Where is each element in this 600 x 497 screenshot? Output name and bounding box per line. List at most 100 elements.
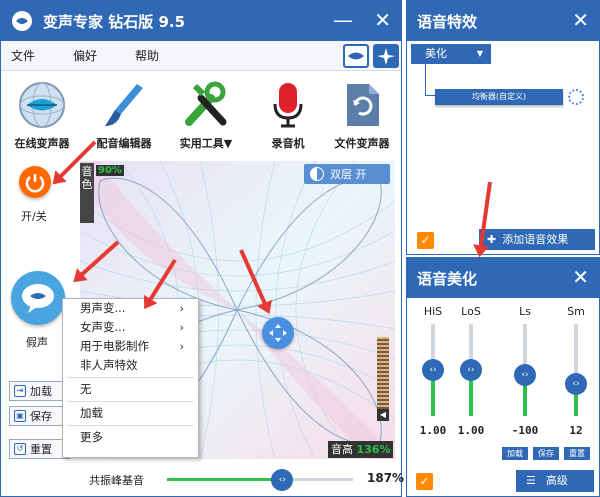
menu-item-female[interactable]: 女声变... › <box>63 318 198 337</box>
pitch-value: 136% <box>356 443 391 456</box>
plus-icon: ✚ <box>487 233 497 246</box>
tool-label: 实用工具▼ <box>179 137 233 150</box>
effects-enable-checkbox[interactable]: ✓ <box>417 232 434 249</box>
sparkle-icon[interactable] <box>373 44 399 68</box>
power-icon <box>25 174 45 193</box>
timbre-value: 90% <box>96 165 124 176</box>
effects-title: 语音特效 <box>417 12 478 31</box>
menu-bar: 文件 偏好 帮助 <box>1 41 401 71</box>
slider-track[interactable]: ‹› <box>565 324 587 416</box>
utilities-tool[interactable]: 实用工具▼ <box>165 79 247 151</box>
slider-knob[interactable]: ‹› <box>514 363 536 386</box>
menu-file[interactable]: 文件 <box>11 47 35 64</box>
close-beautify-button[interactable]: ✕ <box>572 266 589 288</box>
resonance-label: 共振峰基音 <box>89 474 144 487</box>
recorder-tool[interactable]: 录音机 <box>247 79 329 151</box>
slider-knob[interactable]: ‹› <box>565 372 587 395</box>
falsetto-button[interactable] <box>11 271 65 325</box>
app-title: 变声专家 钻石版 9.5 <box>43 12 186 31</box>
move-arrows-icon <box>269 324 287 342</box>
power-label: 开/关 <box>21 210 47 223</box>
effect-node[interactable]: 均衡器(自定义) <box>435 89 563 105</box>
menu-preferences[interactable]: 偏好 <box>73 47 97 64</box>
beautify-enable-checkbox[interactable]: ✓ <box>416 473 433 490</box>
resonance-slider-knob[interactable]: ‹› <box>271 469 294 491</box>
effects-titlebar: 语音特效 ✕ <box>407 1 599 41</box>
pitch-readout: 音高 136% <box>328 441 394 458</box>
beautify-title: 语音美化 <box>417 269 478 288</box>
slider-value: 1.00 <box>419 424 447 437</box>
beautify-slider-sm: Sm ‹› 12 <box>556 305 596 437</box>
menu-divider <box>67 425 194 426</box>
effect-settings-gear-icon[interactable] <box>568 89 584 105</box>
beautify-load-button[interactable]: 加载 <box>502 447 528 460</box>
slider-name: LoS <box>461 305 481 318</box>
slider-knob[interactable]: ‹› <box>460 359 482 381</box>
add-effect-button[interactable]: ✚ 添加语音效果 <box>479 229 595 250</box>
advanced-button[interactable]: ☰ 高级 <box>516 470 594 492</box>
slider-track[interactable]: ‹› <box>460 324 482 416</box>
menu-item-load[interactable]: 加载 <box>63 404 198 423</box>
chevron-right-icon: › <box>179 302 184 315</box>
menu-item-film[interactable]: 用于电影制作 › <box>63 337 198 356</box>
menu-divider <box>67 377 194 378</box>
dropdown-arrow-icon: ▼ <box>476 49 483 58</box>
tools-icon <box>165 79 247 131</box>
volume-icon[interactable]: ◀ <box>377 409 389 421</box>
slider-track[interactable]: ‹› <box>422 324 444 416</box>
timbre-label: 音色 <box>80 163 94 223</box>
beautify-slider-los: LoS ‹› 1.00 <box>451 305 491 437</box>
file-refresh-icon <box>321 79 403 131</box>
close-main-button[interactable]: ✕ <box>374 9 391 31</box>
main-titlebar: 变声专家 钻石版 9.5 — ✕ <box>1 1 401 41</box>
slider-value: -100 <box>511 424 539 437</box>
pad-cursor-handle[interactable] <box>262 317 294 349</box>
menu-help[interactable]: 帮助 <box>135 47 159 64</box>
dub-editor-tool[interactable]: 配音编辑器 <box>83 79 165 151</box>
beautify-slider-ls: Ls ‹› -100 <box>505 305 545 437</box>
menu-item-male[interactable]: 男声变... › <box>63 299 198 318</box>
slider-value: 1.00 <box>457 424 485 437</box>
resonance-slider-track[interactable]: ‹› <box>167 469 353 491</box>
chevron-right-icon: › <box>179 321 184 334</box>
main-window: 变声专家 钻石版 9.5 — ✕ 文件 偏好 帮助 在线变声器 配音编辑器 实用… <box>0 0 405 497</box>
file-voice-changer-tool[interactable]: 文件变声器 <box>321 79 403 151</box>
menu-item-more[interactable]: 更多 <box>63 428 198 447</box>
pitch-meter <box>377 337 389 409</box>
beautify-reset-button[interactable]: 重置 <box>564 447 590 460</box>
menu-item-none[interactable]: 无 <box>63 380 198 399</box>
tool-label: 在线变声器 <box>14 137 70 150</box>
slider-name: HiS <box>423 305 443 318</box>
beautify-slider-his: HiS ‹› 1.00 <box>413 305 453 437</box>
effect-chain-line <box>425 64 435 96</box>
menu-divider <box>67 401 194 402</box>
half-circle-icon <box>310 167 324 181</box>
microphone-icon <box>247 79 329 131</box>
skin-lips-icon[interactable] <box>343 44 369 68</box>
beautify-titlebar: 语音美化 ✕ <box>407 258 599 298</box>
paintbrush-icon <box>83 79 165 131</box>
slider-value: 12 <box>569 424 583 437</box>
chevron-right-icon: › <box>179 340 184 353</box>
context-menu: 男声变... › 女声变... › 用于电影制作 › 非人声特效 无 加载 更多 <box>62 298 199 458</box>
slider-name: Sm <box>567 305 585 318</box>
slider-track[interactable]: ‹› <box>514 324 536 416</box>
dual-layer-toggle[interactable]: 双层 开 <box>304 164 390 184</box>
minimize-button[interactable]: — <box>333 9 353 31</box>
close-effects-button[interactable]: ✕ <box>572 9 589 31</box>
speech-bubble-lips-icon <box>22 284 54 313</box>
beautify-save-button[interactable]: 保存 <box>533 447 559 460</box>
tool-label: 录音机 <box>271 137 305 150</box>
sliders-icon: ☰ <box>526 474 536 487</box>
menu-item-nonhuman[interactable]: 非人声特效 <box>63 356 198 375</box>
online-voice-changer-tool[interactable]: 在线变声器 <box>1 79 83 151</box>
resonance-value: 187% <box>367 471 405 485</box>
load-icon: ⇥ <box>14 385 26 397</box>
slider-name: Ls <box>519 305 531 318</box>
power-toggle-button[interactable] <box>19 166 51 198</box>
resonance-slider-fill <box>167 478 283 481</box>
reset-icon: ↺ <box>14 443 26 455</box>
effects-window: 语音特效 ✕ 美化 ▼ 均衡器(自定义) ✓ ✚ 添加语音效果 <box>406 0 600 255</box>
effect-category-dropdown[interactable]: 美化 ▼ <box>411 44 491 64</box>
slider-knob[interactable]: ‹› <box>422 359 444 381</box>
